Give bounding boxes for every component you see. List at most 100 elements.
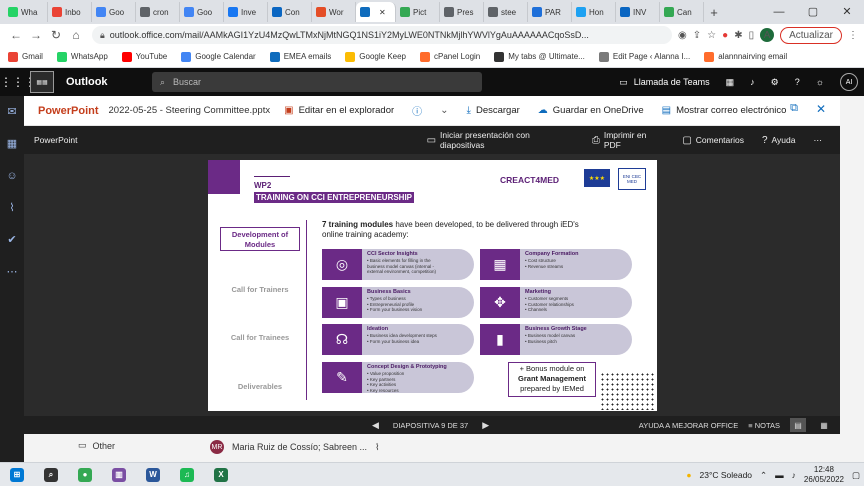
download-button[interactable]: ⤓ Descargar xyxy=(467,105,520,116)
taskbar-app-icon[interactable]: W xyxy=(136,463,170,486)
reload-icon[interactable]: ↻ xyxy=(46,28,66,42)
taskbar-app-icon[interactable]: ♫ xyxy=(170,463,204,486)
teams-call-button[interactable]: ▭ Llamada de Teams xyxy=(619,77,709,88)
bookmark-item[interactable]: EMEA emails xyxy=(269,51,331,62)
app-launcher-icon[interactable]: ⋮⋮⋮ xyxy=(0,75,36,89)
bookmark-item[interactable]: Gmail xyxy=(8,51,43,62)
browser-tab[interactable]: Wor xyxy=(312,2,356,22)
forward-arrow-icon[interactable]: → xyxy=(26,28,46,42)
popout-icon[interactable]: ⧉ xyxy=(790,102,798,115)
home-icon[interactable]: ⌂ xyxy=(66,28,86,42)
search-input[interactable]: ⌕ Buscar xyxy=(152,72,482,92)
comments-button[interactable]: ▢ Comentarios xyxy=(682,135,744,146)
puzzle-icon[interactable]: ✱ xyxy=(734,30,742,41)
app-glyph: ⊞ xyxy=(10,467,24,482)
star-icon[interactable]: ☆ xyxy=(707,30,716,41)
browser-tab[interactable]: INV xyxy=(616,2,660,22)
browser-tab[interactable]: Hon xyxy=(572,2,616,22)
browser-tab[interactable]: Inve xyxy=(224,2,268,22)
browser-tab[interactable]: ✕ xyxy=(356,2,396,22)
attach-icon[interactable]: ⌇ xyxy=(0,192,24,224)
bookmark-item[interactable]: Google Calendar xyxy=(181,51,256,62)
eye-icon[interactable]: ◉ xyxy=(678,30,687,41)
taskbar-app-icon[interactable]: ⊞ xyxy=(0,463,34,486)
extension-red-icon[interactable]: ● xyxy=(722,30,728,41)
taskbar-app-icon[interactable]: ⌕ xyxy=(34,463,68,486)
browser-tab[interactable]: Pres xyxy=(440,2,484,22)
folder-item-other[interactable]: ▭ Other xyxy=(78,440,115,451)
more-options-icon[interactable]: ⋯ xyxy=(813,135,822,146)
next-slide-icon[interactable]: ▶ xyxy=(482,420,489,431)
sidebar-icon[interactable]: ▯ xyxy=(749,30,755,41)
improve-office-link[interactable]: AYUDA A MEJORAR OFFICE xyxy=(639,421,738,430)
module-icon: ☊ xyxy=(322,324,362,355)
mail-icon[interactable]: ✉ xyxy=(0,96,24,128)
search-placeholder: Buscar xyxy=(173,77,202,87)
bookmark-item[interactable]: cPanel Login xyxy=(420,51,480,62)
close-icon[interactable]: ✕ xyxy=(816,102,826,116)
user-avatar[interactable]: AI xyxy=(840,73,858,91)
notifications-icon[interactable]: ▢ xyxy=(852,470,860,481)
taskbar-app-icon[interactable]: ● xyxy=(68,463,102,486)
browser-tab[interactable]: Goo xyxy=(92,2,136,22)
kebab-menu-icon[interactable]: ⋮ xyxy=(848,30,858,41)
browser-tab[interactable]: Can xyxy=(660,2,704,22)
browser-tab[interactable]: Pict xyxy=(396,2,440,22)
network-icon[interactable]: ▬ xyxy=(775,470,784,480)
bookmark-item[interactable]: Google Keep xyxy=(345,51,406,62)
window-close-icon[interactable]: ✕ xyxy=(830,0,864,24)
update-button[interactable]: Actualizar xyxy=(780,26,842,44)
chevron-down-icon[interactable]: ⌄ xyxy=(440,105,448,116)
taskbar-app-icon[interactable]: X xyxy=(204,463,238,486)
bookmark-item[interactable]: WhatsApp xyxy=(56,51,108,62)
minimize-icon[interactable]: — xyxy=(762,0,796,24)
bookmark-item[interactable]: YouTube xyxy=(121,51,167,62)
browser-tab[interactable]: stee xyxy=(484,2,528,22)
module-bullet: • Channels xyxy=(525,307,547,312)
taskbar-app-icon[interactable]: ▥ xyxy=(102,463,136,486)
module-bullet: • Business pitch xyxy=(525,338,557,344)
notes-toggle[interactable]: ≡ NOTAS xyxy=(748,421,780,430)
bell-icon[interactable]: ♪ xyxy=(750,77,755,87)
browser-tab[interactable]: Wha xyxy=(4,2,48,22)
normal-view-icon[interactable]: ▤ xyxy=(790,418,806,432)
todo-check-icon[interactable]: ✔ xyxy=(0,224,24,256)
back-arrow-icon[interactable]: ← xyxy=(6,28,26,42)
bookmark-item[interactable]: Edit Page ‹ Alanna I... xyxy=(598,51,690,62)
help-icon[interactable]: ? xyxy=(795,77,800,87)
clock[interactable]: 12:48 26/05/2022 xyxy=(804,465,844,485)
browser-tab[interactable]: Inbo xyxy=(48,2,92,22)
bookmark-item[interactable]: alannnairving email xyxy=(704,51,787,62)
calendar-icon[interactable]: ▦ xyxy=(0,128,24,160)
save-onedrive-button[interactable]: ☁ Guardar en OneDrive xyxy=(538,105,644,116)
outlook-brand[interactable]: Outlook xyxy=(66,76,152,88)
browser-tab[interactable]: Con xyxy=(268,2,312,22)
sorter-view-icon[interactable]: ▦ xyxy=(816,418,832,432)
more-apps-icon[interactable]: ⋯ xyxy=(0,256,24,288)
print-pdf-button[interactable]: ⎙ Imprimir en PDF xyxy=(592,130,665,150)
profile-avatar[interactable]: A xyxy=(760,28,775,42)
browser-tab[interactable]: PAR xyxy=(528,2,572,22)
weather-label[interactable]: 23°C Soleado xyxy=(699,470,752,480)
maximize-icon[interactable]: ▢ xyxy=(796,0,830,24)
help-button[interactable]: ? Ayuda xyxy=(762,135,796,146)
browser-tab[interactable]: Goo xyxy=(180,2,224,22)
new-tab-button[interactable]: + xyxy=(704,5,724,20)
share-icon[interactable]: ⇪ xyxy=(693,30,701,41)
show-email-button[interactable]: ▤ Mostrar correo electrónico xyxy=(662,105,787,116)
info-icon[interactable]: ⓘ xyxy=(412,103,422,118)
tab-close-icon[interactable]: ✕ xyxy=(379,8,386,17)
url-field[interactable]: 🔒︎ outlook.office.com/mail/AAMkAGI1YzU4M… xyxy=(92,26,673,44)
gear-icon[interactable]: ⚙ xyxy=(771,77,779,88)
volume-icon[interactable]: ♪ xyxy=(792,470,796,480)
people-icon[interactable]: ☺ xyxy=(0,160,24,192)
prev-slide-icon[interactable]: ◀ xyxy=(372,420,379,431)
start-slideshow-button[interactable]: ▭ Iniciar presentación con diapositivas xyxy=(427,130,574,150)
grid-icon[interactable]: ▦ xyxy=(726,77,735,88)
browser-tab[interactable]: cron xyxy=(136,2,180,22)
tray-arrow-icon[interactable]: ⌃ xyxy=(760,470,767,481)
lightbulb-icon[interactable]: ☼ xyxy=(816,77,824,87)
edit-in-browser-button[interactable]: ▣ Editar en el explorador xyxy=(284,105,394,116)
mail-list-item[interactable]: MR Maria Ruiz de Cossío; Sabreen ... ⌇ xyxy=(210,440,379,454)
bookmark-item[interactable]: My tabs @ Ultimate... xyxy=(494,51,585,62)
